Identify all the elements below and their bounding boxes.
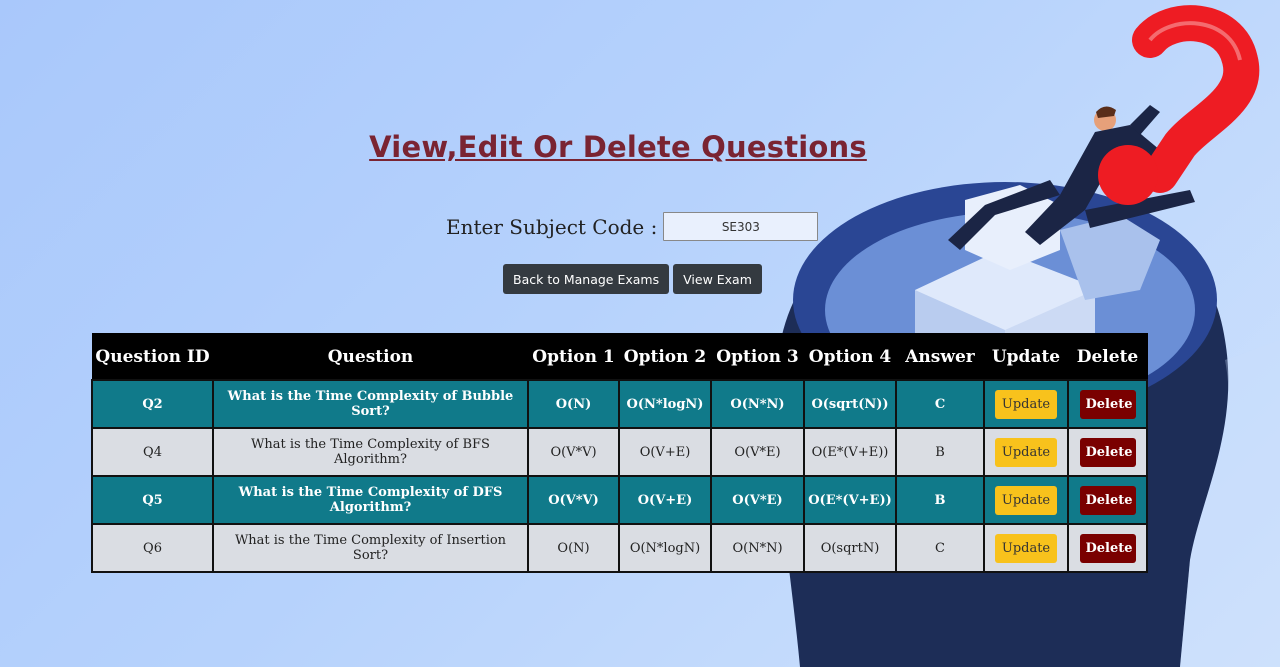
update-cell: Update [983, 379, 1069, 429]
delete-button[interactable]: Delete [1079, 437, 1136, 467]
page-title: View,Edit Or Delete Questions [369, 130, 867, 164]
back-to-manage-exams-button[interactable]: Back to Manage Exams [503, 264, 670, 294]
option-1: O(V*V) [527, 427, 620, 477]
option-2: O(N*logN) [618, 379, 712, 429]
delete-cell: Delete [1067, 523, 1148, 573]
delete-button[interactable]: Delete [1079, 389, 1136, 419]
header-option-2: Option 2 [618, 333, 712, 381]
option-2: O(N*logN) [618, 523, 712, 573]
option-3: O(V*E) [710, 427, 805, 477]
delete-button[interactable]: Delete [1079, 533, 1136, 563]
update-cell: Update [983, 523, 1069, 573]
question-text: What is the Time Complexity of Insertion… [212, 523, 529, 573]
question-text: What is the Time Complexity of BFS Algor… [212, 427, 529, 477]
delete-cell: Delete [1067, 475, 1148, 525]
header-question: Question [212, 333, 529, 381]
option-3: O(N*N) [710, 379, 805, 429]
question-id: Q4 [91, 427, 214, 477]
update-button[interactable]: Update [995, 533, 1057, 563]
option-3: O(N*N) [710, 523, 805, 573]
question-text: What is the Time Complexity of Bubble So… [212, 379, 529, 429]
option-4: O(E*(V+E)) [803, 427, 897, 477]
header-update: Update [983, 333, 1069, 381]
delete-button[interactable]: Delete [1079, 485, 1136, 515]
option-1: O(N) [527, 523, 620, 573]
update-cell: Update [983, 427, 1069, 477]
subject-code-input[interactable] [663, 212, 819, 241]
option-1: O(N) [527, 379, 620, 429]
header-option-4: Option 4 [803, 333, 897, 381]
option-3: O(V*E) [710, 475, 805, 525]
option-2: O(V+E) [618, 475, 712, 525]
option-4: O(sqrt(N)) [803, 379, 897, 429]
answer: B [895, 427, 985, 477]
table-row: Q5 What is the Time Complexity of DFS Al… [91, 475, 1148, 525]
question-id: Q2 [91, 379, 214, 429]
header-delete: Delete [1067, 333, 1148, 381]
option-4: O(sqrtN) [803, 523, 897, 573]
header-option-3: Option 3 [710, 333, 805, 381]
table-row: Q6 What is the Time Complexity of Insert… [91, 523, 1148, 573]
answer: C [895, 523, 985, 573]
delete-cell: Delete [1067, 379, 1148, 429]
option-1: O(V*V) [527, 475, 620, 525]
update-button[interactable]: Update [995, 437, 1057, 467]
table-header-row: Question ID Question Option 1 Option 2 O… [91, 333, 1148, 381]
question-id: Q5 [91, 475, 214, 525]
question-id: Q6 [91, 523, 214, 573]
delete-cell: Delete [1067, 427, 1148, 477]
header-question-id: Question ID [91, 333, 214, 381]
update-cell: Update [983, 475, 1069, 525]
table-row: Q4 What is the Time Complexity of BFS Al… [91, 427, 1148, 477]
view-exam-button[interactable]: View Exam [673, 264, 762, 294]
update-button[interactable]: Update [995, 389, 1057, 419]
answer: B [895, 475, 985, 525]
option-2: O(V+E) [618, 427, 712, 477]
question-text: What is the Time Complexity of DFS Algor… [212, 475, 529, 525]
action-buttons: Back to Manage Exams View Exam [503, 264, 762, 294]
answer: C [895, 379, 985, 429]
table-row: Q2 What is the Time Complexity of Bubble… [91, 379, 1148, 429]
header-option-1: Option 1 [527, 333, 620, 381]
option-4: O(E*(V+E)) [803, 475, 897, 525]
questions-table: Question ID Question Option 1 Option 2 O… [91, 333, 1148, 573]
update-button[interactable]: Update [995, 485, 1057, 515]
header-answer: Answer [895, 333, 985, 381]
subject-code-label: Enter Subject Code : [446, 214, 658, 239]
subject-code-row: Enter Subject Code : [446, 212, 819, 241]
